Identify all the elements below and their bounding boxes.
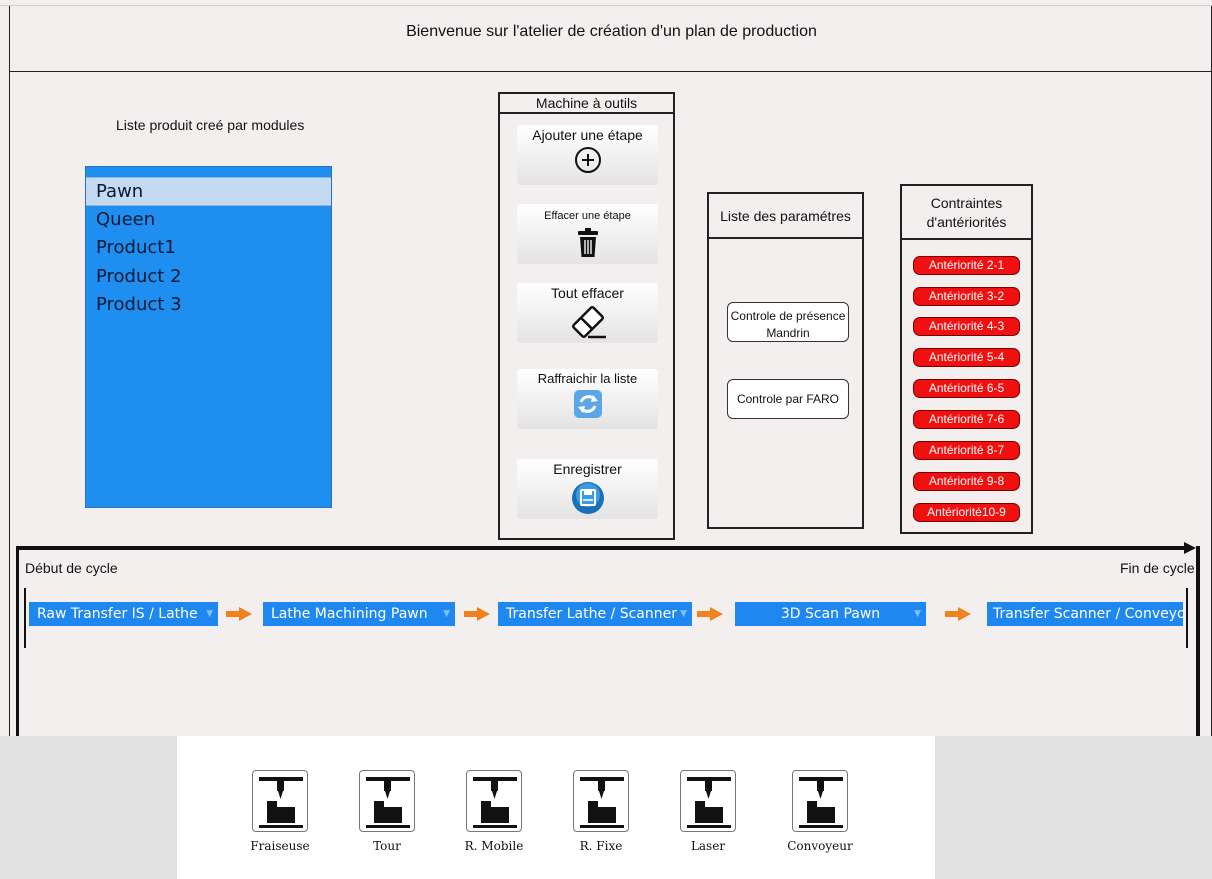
timeline-arrowhead [1184, 542, 1196, 554]
cycle-start-marker [24, 588, 26, 648]
step-dropdown-5[interactable]: Transfer Scanner / Conveyor [987, 602, 1183, 626]
step-label: Raw Transfer IS / Lathe [37, 606, 198, 622]
constraint-badge[interactable]: Antériorité 7-6 [913, 410, 1020, 429]
constraint-badge[interactable]: Antériorité 4-3 [913, 317, 1020, 336]
machine-label: R. Fixe [579, 839, 623, 853]
step-arrow-icon [226, 607, 252, 621]
plus-circle-icon [574, 147, 601, 173]
delete-step-label: Effacer une étape [544, 210, 631, 222]
parameters-panel-title: Liste des paramétres [709, 194, 862, 239]
product-item-product3[interactable]: Product 3 [86, 291, 331, 320]
step-label: Transfer Scanner / Conveyor [993, 606, 1183, 622]
step-label: Lathe Machining Pawn [271, 606, 428, 622]
machine-convoyeur[interactable]: Convoyeur [785, 770, 855, 853]
trash-icon [577, 228, 598, 257]
constraints-panel: Contraintes d'antériorités Antériorité 2… [900, 184, 1033, 534]
save-icon [571, 482, 604, 514]
machine-panel-title: Machine à outils [500, 94, 673, 114]
machine-fraiseuse[interactable]: Fraiseuse [250, 770, 310, 853]
machine-tool-icon [252, 770, 308, 832]
machine-laser[interactable]: Laser [678, 770, 738, 853]
step-dropdown-1[interactable]: Raw Transfer IS / Lathe ▼ [29, 602, 218, 626]
machine-tool-icon [359, 770, 415, 832]
machine-tools-panel: Machine à outils Ajouter une étape Effac… [498, 92, 675, 540]
machine-tool-icon [792, 770, 848, 832]
step-dropdown-4[interactable]: 3D Scan Pawn ▼ [735, 602, 926, 626]
clear-all-label: Tout effacer [551, 285, 624, 301]
constraint-badge[interactable]: Antériorité 2-1 [913, 256, 1020, 275]
refresh-icon [573, 390, 602, 418]
product-item-pawn[interactable]: Pawn [86, 177, 331, 206]
toolbar-margin-left [0, 736, 177, 879]
machine-tool-icon [466, 770, 522, 832]
cycle-right-border [1196, 546, 1200, 736]
constraint-badge[interactable]: Antériorité 9-8 [913, 472, 1020, 491]
constraint-badge[interactable]: Antériorité 3-2 [913, 287, 1020, 306]
constraint-badge[interactable]: Antériorité 6-5 [913, 379, 1020, 398]
product-item-queen[interactable]: Queen [86, 206, 331, 235]
refresh-list-button[interactable]: Raffraichir la liste [517, 369, 658, 429]
machine-label: Convoyeur [787, 839, 853, 853]
machine-tool-icon [573, 770, 629, 832]
step-arrow-icon [464, 607, 490, 621]
chevron-down-icon: ▼ [206, 609, 213, 619]
product-item-product1[interactable]: Product1 [86, 234, 331, 263]
machine-robot-fixe[interactable]: R. Fixe [571, 770, 631, 853]
toolbar-margin-right [935, 736, 1212, 879]
delete-step-button[interactable]: Effacer une étape [517, 204, 658, 264]
step-arrow-icon [697, 607, 723, 621]
step-label: 3D Scan Pawn [780, 606, 881, 622]
save-label: Enregistrer [553, 461, 622, 477]
machine-label: Laser [690, 839, 726, 853]
constraint-badge[interactable]: Antériorité 8-7 [913, 441, 1020, 460]
header: Bienvenue sur l'atelier de création d'un… [9, 6, 1212, 72]
step-arrow-icon [945, 607, 971, 621]
cycle-left-border [16, 546, 19, 736]
param-mandrin-button[interactable]: Controle de présence Mandrin [727, 302, 849, 342]
machine-tool-icon [680, 770, 736, 832]
eraser-icon [571, 306, 606, 339]
app-window: Bienvenue sur l'atelier de création d'un… [0, 0, 1212, 736]
product-item-product2[interactable]: Product 2 [86, 263, 331, 292]
constraint-badge[interactable]: Antériorité 5-4 [913, 348, 1020, 367]
step-dropdown-3[interactable]: Transfer Lathe / Scanner ▼ [498, 602, 692, 626]
save-button[interactable]: Enregistrer [517, 459, 658, 519]
left-border [9, 72, 10, 736]
machine-tour[interactable]: Tour [357, 770, 417, 853]
cycle-end-label: Fin de cycle [1120, 560, 1195, 576]
machine-label: Tour [373, 839, 401, 853]
cycle-start-label: Début de cycle [25, 560, 118, 576]
constraint-badge[interactable]: Antériorité10-9 [913, 503, 1020, 522]
step-dropdown-2[interactable]: Lathe Machining Pawn ▼ [263, 602, 455, 626]
add-step-label: Ajouter une étape [532, 127, 643, 143]
product-list[interactable]: Pawn Queen Product1 Product 2 Product 3 [85, 166, 332, 508]
machine-robot-mobile[interactable]: R. Mobile [464, 770, 524, 853]
parameters-panel: Liste des paramétres Controle de présenc… [707, 192, 864, 529]
page-title: Bienvenue sur l'atelier de création d'un… [406, 23, 817, 40]
cycle-end-marker [1186, 588, 1188, 648]
machine-label: Fraiseuse [250, 839, 310, 853]
chevron-down-icon: ▼ [680, 609, 687, 619]
chevron-down-icon: ▼ [914, 609, 921, 619]
clear-all-button[interactable]: Tout effacer [517, 283, 658, 343]
cycle-timeline [17, 546, 1191, 550]
product-list-caption: Liste produit creé par modules [116, 117, 305, 133]
chevron-down-icon: ▼ [443, 609, 450, 619]
add-step-button[interactable]: Ajouter une étape [517, 125, 658, 185]
step-label: Transfer Lathe / Scanner [506, 606, 677, 622]
refresh-list-label: Raffraichir la liste [537, 371, 638, 386]
param-faro-button[interactable]: Controle par FARO [727, 379, 849, 419]
constraints-panel-title: Contraintes d'antériorités [902, 186, 1031, 240]
machine-label: R. Mobile [464, 839, 524, 853]
